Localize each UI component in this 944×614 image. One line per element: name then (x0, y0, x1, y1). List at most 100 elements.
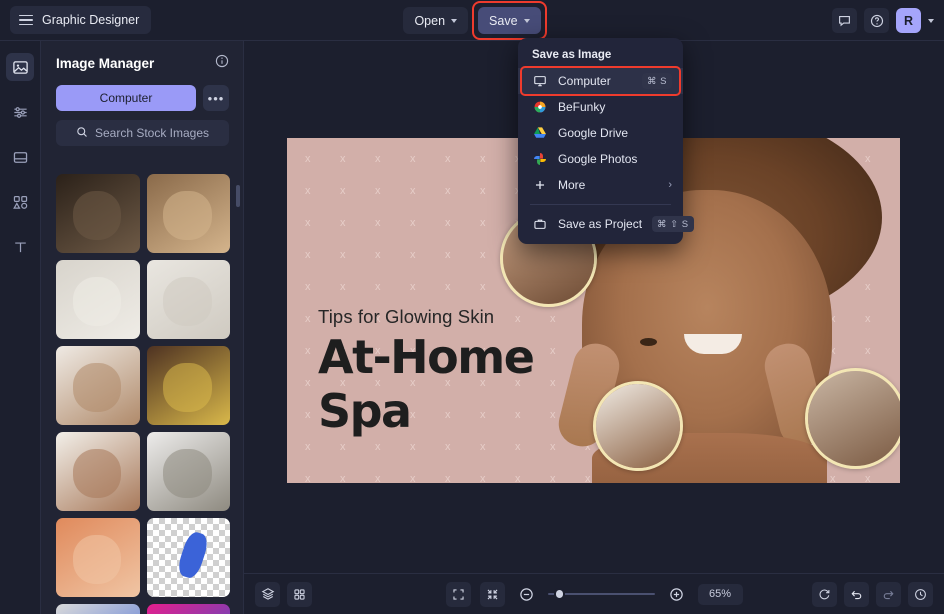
pattern-glyph: x (445, 281, 451, 293)
pattern-glyph: x (305, 185, 311, 197)
pattern-glyph: x (480, 281, 486, 293)
pattern-glyph: x (480, 473, 486, 484)
app-menu-button[interactable]: Graphic Designer (10, 6, 152, 34)
fit-screen-icon[interactable] (479, 581, 505, 607)
hamburger-icon (19, 14, 33, 26)
stock-thumbnail[interactable] (56, 174, 140, 253)
pattern-glyph: x (305, 249, 311, 261)
search-stock-images-button[interactable]: Search Stock Images (56, 120, 229, 146)
menu-item-label: Google Drive (558, 126, 629, 140)
sidebar-item-image-manager[interactable] (6, 53, 34, 81)
pattern-glyph: x (340, 217, 346, 229)
zoom-slider-knob[interactable] (553, 588, 565, 600)
undo-icon[interactable] (844, 581, 869, 607)
briefcase-icon (532, 217, 548, 231)
zoom-out-icon[interactable] (514, 582, 539, 607)
pattern-glyph: x (305, 217, 311, 229)
chat-icon[interactable] (832, 8, 857, 33)
stock-thumbnail[interactable] (146, 518, 230, 597)
zoom-slider-track[interactable] (547, 588, 655, 600)
canvas-title-line2[interactable]: Spa (318, 388, 412, 434)
redo-icon[interactable] (876, 581, 901, 607)
hero-eye-left (640, 338, 657, 346)
menu-item-save-as-project[interactable]: Save as Project ⌘ ⇧ S (518, 211, 694, 237)
menu-item-shortcut: ⌘ S (642, 73, 672, 89)
info-circle-icon[interactable] (215, 54, 229, 73)
layers-icon[interactable] (255, 581, 280, 607)
bottom-bar: 65% (244, 573, 944, 614)
sidebar-item-templates[interactable] (6, 143, 34, 171)
open-button[interactable]: Open (403, 7, 469, 34)
top-bar: Graphic Designer (0, 0, 944, 41)
left-rail (0, 41, 41, 614)
zoom-in-icon[interactable] (664, 582, 689, 607)
pattern-glyph: x (340, 249, 346, 261)
pattern-glyph: x (305, 345, 311, 357)
app-title: Graphic Designer (42, 13, 140, 27)
circle-inset-2[interactable] (593, 381, 683, 471)
help-circle-icon[interactable] (864, 8, 889, 33)
stock-thumbnail[interactable] (146, 260, 230, 339)
stock-thumbnail[interactable] (56, 346, 140, 425)
avatar[interactable]: R (896, 8, 921, 33)
menu-item-more[interactable]: More › (518, 172, 683, 198)
pattern-glyph: x (480, 153, 486, 165)
circle-inset-photo (808, 371, 900, 466)
top-right-actions: R (832, 0, 934, 41)
stock-thumbnail[interactable] (146, 604, 230, 614)
pattern-glyph: x (410, 441, 416, 453)
pattern-glyph: x (410, 281, 416, 293)
pattern-glyph: x (445, 153, 451, 165)
zoom-slider[interactable] (547, 588, 655, 600)
canvas-subtitle[interactable]: Tips for Glowing Skin (318, 306, 494, 328)
menu-item-google-drive[interactable]: Google Drive (518, 120, 683, 146)
menu-item-computer[interactable]: Computer ⌘ S (518, 66, 683, 96)
stock-thumbnail[interactable] (146, 346, 230, 425)
menu-item-google-photos[interactable]: Google Photos (518, 146, 683, 172)
pattern-glyph: x (445, 409, 451, 421)
stock-thumbnail[interactable] (146, 174, 230, 253)
more-sources-button[interactable]: ••• (203, 85, 229, 111)
pattern-glyph: x (340, 441, 346, 453)
pattern-glyph: x (410, 185, 416, 197)
menu-item-label: BeFunky (558, 100, 606, 114)
chevron-down-icon (523, 18, 530, 23)
bottom-right-tools (812, 581, 933, 607)
stock-thumbnail[interactable] (56, 260, 140, 339)
save-button[interactable]: Save (478, 7, 541, 34)
pattern-glyph: x (305, 409, 311, 421)
pattern-glyph: x (375, 153, 381, 165)
stock-thumbnail[interactable] (56, 432, 140, 511)
menu-item-befunky[interactable]: BeFunky (518, 94, 683, 120)
computer-source-button[interactable]: Computer (56, 85, 196, 111)
pattern-glyph: x (480, 441, 486, 453)
menu-item-label: More (558, 178, 586, 192)
pattern-glyph: x (375, 249, 381, 261)
grid-icon[interactable] (287, 581, 312, 607)
befunky-logo-icon (532, 100, 548, 114)
sidebar-item-edit-adjust[interactable] (6, 98, 34, 126)
stock-thumbnail[interactable] (56, 518, 140, 597)
pattern-glyph: x (515, 473, 521, 484)
history-icon[interactable] (908, 581, 933, 607)
circle-inset-photo (596, 384, 680, 468)
chevron-down-icon[interactable] (928, 18, 934, 23)
pattern-glyph: x (480, 185, 486, 197)
save-label: Save (489, 13, 518, 28)
fullscreen-icon[interactable] (445, 581, 471, 607)
panel-scrollbar[interactable] (236, 185, 240, 207)
image-manager-panel: Image Manager Computer ••• Search Stock … (41, 41, 244, 614)
pattern-glyph: x (445, 185, 451, 197)
google-drive-icon (532, 126, 548, 140)
stock-thumbnail[interactable] (56, 604, 140, 614)
zoom-level-value[interactable]: 65% (697, 583, 743, 605)
circle-inset-3[interactable] (805, 368, 900, 469)
canvas-title-line1[interactable]: At-Home (318, 334, 535, 380)
sidebar-item-text[interactable] (6, 233, 34, 261)
pattern-glyph: x (375, 473, 381, 484)
pattern-glyph: x (445, 473, 451, 484)
reset-rotate-icon[interactable] (812, 581, 837, 607)
sidebar-item-graphics[interactable] (6, 188, 34, 216)
menu-item-label: Save as Project (558, 217, 643, 231)
stock-thumbnail[interactable] (146, 432, 230, 511)
